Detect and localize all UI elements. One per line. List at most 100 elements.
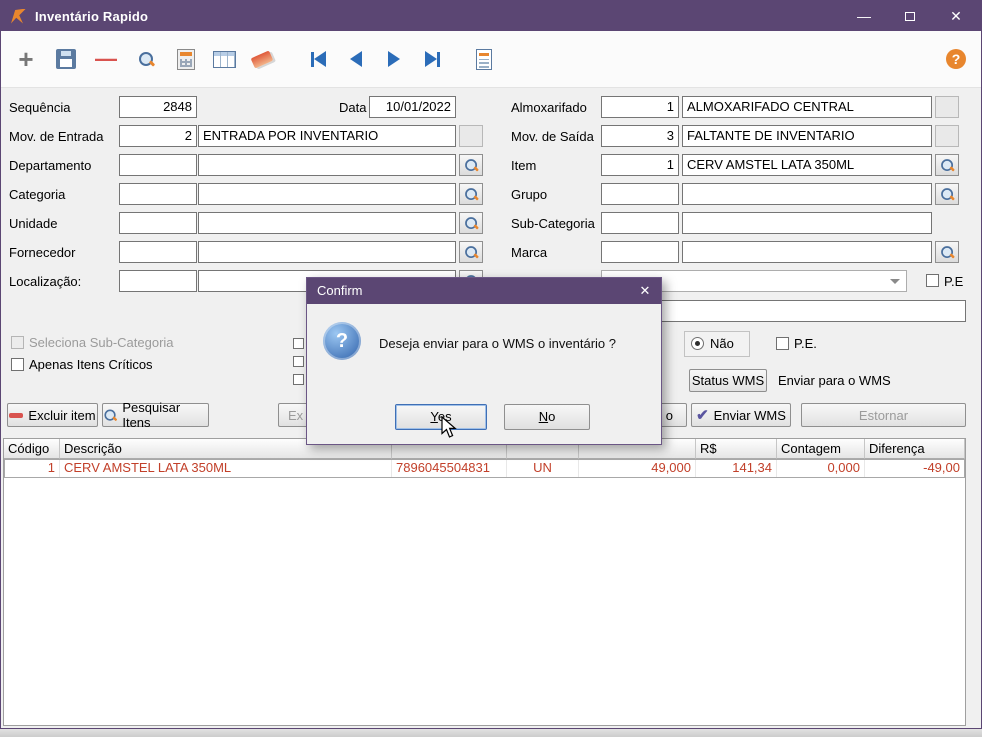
- departamento-lookup-button[interactable]: [459, 154, 483, 176]
- cell-codigo: 1: [4, 459, 60, 478]
- marca-label: Marca: [511, 245, 548, 260]
- almoxarifado-name-input[interactable]: ALMOXARIFADO CENTRAL: [682, 96, 932, 118]
- items-grid: Código Descrição R$ Contagem Diferença 1…: [3, 438, 966, 726]
- cell-descricao: CERV AMSTEL LATA 350ML: [60, 459, 392, 478]
- seleciona-sub-categoria-label: Seleciona Sub-Categoria: [29, 335, 174, 350]
- app-window: Inventário Rapido — ✕ + — ? Sequência 28…: [0, 0, 982, 729]
- grupo-name-input[interactable]: [682, 183, 932, 205]
- col-header-valor[interactable]: R$: [696, 439, 777, 459]
- pe-checkbox-label: P.E.: [794, 336, 817, 351]
- departamento-code-input[interactable]: [119, 154, 197, 176]
- nav-first-button[interactable]: [301, 42, 335, 76]
- item-lookup-button[interactable]: [935, 154, 959, 176]
- window-title: Inventário Rapido: [35, 8, 149, 24]
- mov-saida-code-input[interactable]: 3: [601, 125, 679, 147]
- categoria-name-input[interactable]: [198, 183, 456, 205]
- nao-radio-label: Não: [710, 336, 734, 351]
- question-icon: ?: [323, 322, 361, 360]
- nao-radio[interactable]: [691, 337, 704, 350]
- dialog-close-button[interactable]: ✕: [633, 281, 657, 301]
- calculator-button[interactable]: [169, 42, 203, 76]
- data-label: Data: [339, 100, 367, 115]
- status-wms-button[interactable]: Status WMS: [689, 369, 767, 392]
- search-button[interactable]: [129, 42, 163, 76]
- mov-entrada-name-input[interactable]: ENTRADA POR INVENTARIO: [198, 125, 456, 147]
- item-code-input[interactable]: 1: [601, 154, 679, 176]
- fornecedor-name-input[interactable]: [198, 241, 456, 263]
- sub-categoria-code-input[interactable]: [601, 212, 679, 234]
- hidden-checkbox-1[interactable]: [293, 338, 304, 349]
- data-input[interactable]: 10/01/2022: [369, 96, 456, 118]
- table-icon: [212, 50, 236, 68]
- report-icon: [476, 48, 492, 70]
- sequencia-input[interactable]: 2848: [119, 96, 197, 118]
- categoria-lookup-button[interactable]: [459, 183, 483, 205]
- fornecedor-code-input[interactable]: [119, 241, 197, 263]
- grupo-code-input[interactable]: [601, 183, 679, 205]
- minus-icon: —: [95, 46, 117, 71]
- hidden-checkbox-3[interactable]: [293, 374, 304, 385]
- check-icon: ✔: [696, 406, 709, 424]
- unidade-lookup-button[interactable]: [459, 212, 483, 234]
- seleciona-sub-categoria-checkbox[interactable]: [11, 336, 24, 349]
- cell-diferenca: -49,00: [865, 459, 965, 478]
- localizacao-code-input[interactable]: [119, 270, 197, 292]
- categoria-code-input[interactable]: [119, 183, 197, 205]
- no-button[interactable]: No: [504, 404, 590, 430]
- search-icon: [940, 158, 954, 172]
- maximize-button[interactable]: [887, 1, 933, 31]
- categoria-label: Categoria: [9, 187, 66, 202]
- sub-categoria-name-input[interactable]: [682, 212, 932, 234]
- title-bar: Inventário Rapido — ✕: [1, 1, 981, 31]
- arrow-left-icon: [313, 51, 326, 67]
- pesquisar-itens-label: Pesquisar Itens: [122, 400, 181, 430]
- item-name-input[interactable]: CERV AMSTEL LATA 350ML: [682, 154, 932, 176]
- marca-code-input[interactable]: [601, 241, 679, 263]
- nav-previous-button[interactable]: [339, 42, 373, 76]
- unidade-code-input[interactable]: [119, 212, 197, 234]
- departamento-name-input[interactable]: [198, 154, 456, 176]
- close-icon: ✕: [950, 7, 962, 24]
- nav-last-button[interactable]: [415, 42, 449, 76]
- apenas-itens-criticos-checkbox[interactable]: [11, 358, 24, 371]
- add-record-button[interactable]: +: [9, 42, 43, 76]
- unidade-name-input[interactable]: [198, 212, 456, 234]
- save-button[interactable]: [49, 42, 83, 76]
- search-icon: [464, 245, 478, 259]
- pe-combo-checkbox[interactable]: [926, 274, 939, 287]
- col-header-diferenca[interactable]: Diferença: [865, 439, 965, 459]
- almoxarifado-code-input[interactable]: 1: [601, 96, 679, 118]
- nav-next-button[interactable]: [377, 42, 411, 76]
- help-button[interactable]: ?: [939, 42, 973, 76]
- grupo-lookup-button[interactable]: [935, 183, 959, 205]
- cell-contagem: 0,000: [777, 459, 865, 478]
- hidden-checkbox-2[interactable]: [293, 356, 304, 367]
- marca-name-input[interactable]: [682, 241, 932, 263]
- delete-record-button[interactable]: —: [89, 42, 123, 76]
- minimize-button[interactable]: —: [841, 1, 887, 31]
- enviar-wms-button[interactable]: ✔ Enviar WMS: [691, 403, 791, 427]
- close-button[interactable]: ✕: [933, 1, 979, 31]
- calculator-icon: [177, 48, 195, 70]
- col-header-codigo[interactable]: Código: [4, 439, 60, 459]
- mov-saida-name-input[interactable]: FALTANTE DE INVENTARIO: [682, 125, 932, 147]
- search-icon: [104, 409, 116, 421]
- almoxarifado-lookup-button[interactable]: [935, 96, 959, 118]
- fornecedor-lookup-button[interactable]: [459, 241, 483, 263]
- excluir-item-button[interactable]: Excluir item: [7, 403, 98, 427]
- pe-checkbox[interactable]: [776, 337, 789, 350]
- sub-categoria-label: Sub-Categoria: [511, 216, 595, 231]
- table-row[interactable]: 1 CERV AMSTEL LATA 350ML 7896045504831 U…: [4, 459, 965, 478]
- mov-entrada-lookup-button[interactable]: [459, 125, 483, 147]
- estornar-button[interactable]: Estornar: [801, 403, 966, 427]
- app-icon: [11, 8, 26, 24]
- pesquisar-itens-button[interactable]: Pesquisar Itens: [102, 400, 209, 430]
- dialog-title-bar: Confirm: [307, 278, 661, 304]
- col-header-contagem[interactable]: Contagem: [777, 439, 865, 459]
- report-button[interactable]: [467, 42, 501, 76]
- mov-entrada-code-input[interactable]: 2: [119, 125, 197, 147]
- grid-view-button[interactable]: [207, 42, 241, 76]
- clear-button[interactable]: [245, 42, 279, 76]
- marca-lookup-button[interactable]: [935, 241, 959, 263]
- mov-saida-lookup-button[interactable]: [935, 125, 959, 147]
